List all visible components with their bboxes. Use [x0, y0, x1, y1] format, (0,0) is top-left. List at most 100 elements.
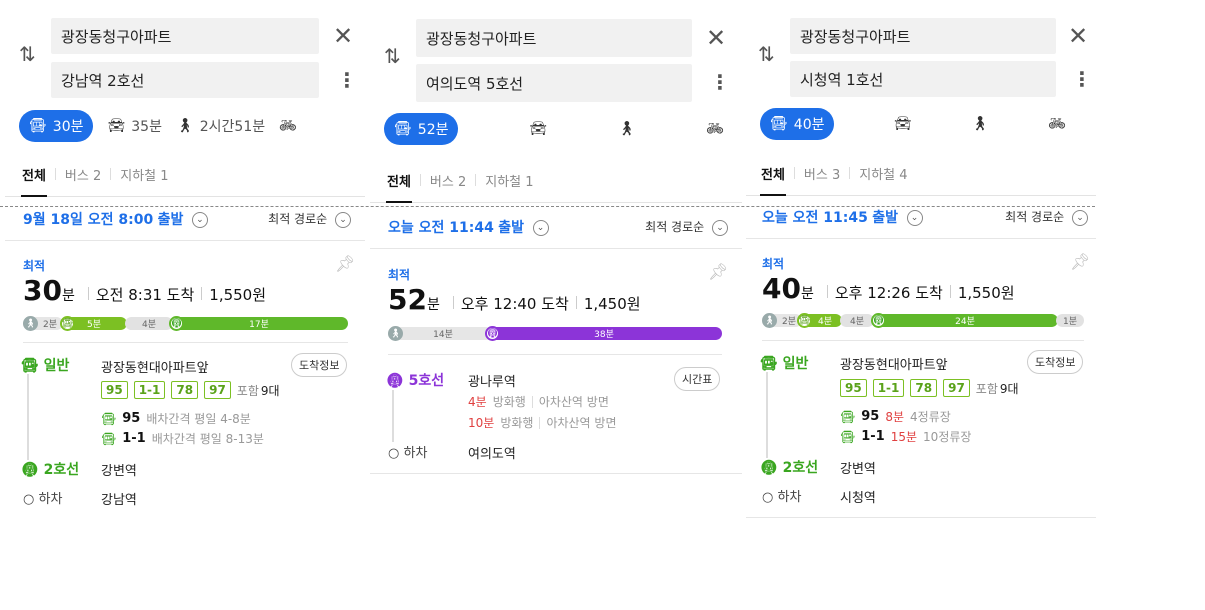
- route-badge[interactable]: 95: [840, 379, 867, 397]
- stops-remaining: 4정류장: [910, 410, 951, 424]
- more-options-icon[interactable]: ⋮: [337, 70, 357, 90]
- close-icon[interactable]: ✕: [1068, 24, 1088, 48]
- more-options-icon[interactable]: ⋮: [710, 72, 730, 92]
- train-heading: 아차산역 방면: [538, 395, 609, 409]
- bus-routes: 95 1-1 78 97 포함 9대: [840, 379, 1019, 397]
- route-badge[interactable]: 95: [101, 381, 128, 399]
- origin-field[interactable]: 광장동청구아파트: [416, 19, 692, 57]
- origin-field[interactable]: 광장동청구아파트: [51, 18, 319, 54]
- tab-bus[interactable]: 버스 3: [795, 151, 849, 195]
- exit-text: 하차: [38, 492, 63, 507]
- tab-subway[interactable]: 지하철 4: [850, 151, 916, 195]
- mode-transit[interactable]: 🚍︎ 40분: [760, 108, 835, 140]
- more-options-icon[interactable]: ⋮: [1072, 69, 1092, 89]
- bus-number: 95: [861, 409, 880, 424]
- destination-field[interactable]: 강남역 2호선: [51, 62, 319, 98]
- walk-segment: 14분: [388, 327, 492, 340]
- tab-all[interactable]: 전체: [752, 151, 794, 196]
- arrival-info-button[interactable]: 도착정보: [291, 353, 348, 377]
- destination-field[interactable]: 여의도역 5호선: [416, 64, 692, 102]
- chevron-down-icon: ⌄: [532, 220, 549, 236]
- train-heading: 아차산역 방면: [546, 416, 617, 430]
- departure-time[interactable]: 9월 18일 오전 8:00 출발 ⌄: [23, 209, 208, 229]
- route-badge[interactable]: 97: [204, 381, 231, 399]
- swap-icon[interactable]: ⇅: [384, 46, 401, 66]
- departure-time[interactable]: 오늘 오전 11:44 출발 ⌄: [388, 217, 549, 237]
- total-minutes: 52: [388, 283, 427, 316]
- origin-field[interactable]: 광장동청구아파트: [790, 18, 1056, 54]
- subway-stop-name[interactable]: 강변역: [840, 458, 876, 477]
- mode-bike[interactable]: 🚲︎: [1048, 116, 1066, 132]
- departure-row: 오늘 오전 11:44 출발 ⌄ 최적 경로순 ⌄: [370, 216, 742, 238]
- mode-car[interactable]: 🚘︎: [894, 116, 912, 132]
- interval-text: 배차간격 평일 4-8분: [146, 412, 251, 426]
- subway-icon: 🚇︎: [871, 313, 886, 328]
- pin-icon[interactable]: 📌︎: [708, 262, 728, 281]
- tab-bus[interactable]: 버스 2: [56, 152, 110, 196]
- departure-time[interactable]: 오늘 오전 11:45 출발 ⌄: [762, 207, 923, 227]
- mode-bike[interactable]: 🚲︎: [706, 121, 724, 137]
- tab-bus[interactable]: 버스 2: [421, 158, 475, 202]
- summary-divider: [201, 287, 203, 300]
- segment-label: 24분: [955, 317, 975, 327]
- bus-icon: 🚍︎: [60, 316, 75, 331]
- transport-modes: 🚍︎ 30분 🚘︎ 35분 🚶︎ 2시간51분 🚲︎: [19, 110, 297, 142]
- mode-car[interactable]: 🚘︎: [529, 121, 547, 137]
- route-badge[interactable]: 97: [943, 379, 970, 397]
- pin-icon[interactable]: 📌︎: [1070, 252, 1090, 271]
- timetable-button[interactable]: 시간표: [674, 367, 721, 391]
- departure-suffix: 출발: [498, 220, 525, 236]
- close-icon[interactable]: ✕: [333, 24, 353, 48]
- segment-label: 14분: [433, 330, 453, 340]
- tab-all[interactable]: 전체: [378, 158, 420, 203]
- walk-icon: 🚶︎: [971, 116, 989, 132]
- pin-icon[interactable]: 📌︎: [335, 254, 355, 273]
- mode-transit[interactable]: 🚍︎ 30분: [19, 110, 94, 142]
- mode-car[interactable]: 🚘︎ 35분: [107, 116, 161, 136]
- mode-transit[interactable]: 🚍︎ 52분: [384, 113, 459, 145]
- swap-icon[interactable]: ⇅: [758, 44, 775, 64]
- exit-stop-name[interactable]: 여의도역: [468, 443, 516, 462]
- bus-type: 일반: [782, 356, 809, 372]
- sort-dropdown[interactable]: 최적 경로순 ⌄: [645, 218, 728, 236]
- arrival-info-button[interactable]: 도착정보: [1027, 350, 1084, 374]
- sort-dropdown[interactable]: 최적 경로순 ⌄: [268, 210, 351, 228]
- route-badge[interactable]: 1-1: [872, 379, 905, 397]
- route-summary[interactable]: 40 분 오후 12:26 도착 1,550원: [762, 272, 1015, 305]
- segment-label: 4분: [817, 317, 832, 327]
- exit-stop-name[interactable]: 강남역: [101, 489, 137, 508]
- route-timeline-bar: 2분 🚶︎ 4분 🚍︎ 4분 24분 🚇︎ 1분: [762, 313, 1084, 328]
- route-badge[interactable]: 78: [910, 379, 938, 397]
- route-badge[interactable]: 78: [171, 381, 199, 399]
- sort-label: 최적 경로순: [645, 220, 705, 235]
- departure-time-value: 9월 18일 오전 8:00: [23, 212, 154, 228]
- subway-segment: 17분: [170, 317, 348, 330]
- bus-leg-label: 🚍︎ 일반: [760, 356, 809, 372]
- tab-all[interactable]: 전체: [13, 152, 55, 197]
- mode-bike[interactable]: 🚲︎: [279, 118, 297, 134]
- bus-stop-name[interactable]: 광장동현대아파트앞: [101, 357, 209, 376]
- sort-dropdown[interactable]: 최적 경로순 ⌄: [1005, 208, 1088, 226]
- exit-stop-name[interactable]: 시청역: [840, 487, 876, 506]
- mode-walk[interactable]: 🚶︎ 2시간51분: [176, 116, 265, 136]
- destination-field[interactable]: 시청역 1호선: [790, 61, 1056, 97]
- route-badge[interactable]: 1-1: [133, 381, 166, 399]
- subway-stop-name[interactable]: 광나루역: [468, 371, 516, 390]
- bus-routes: 95 1-1 78 97 포함 9대: [101, 381, 280, 399]
- best-route-label: 최적: [762, 257, 785, 271]
- divider: [531, 395, 533, 408]
- bus-stop-name[interactable]: 광장동현대아파트앞: [840, 354, 948, 373]
- tab-subway[interactable]: 지하철 1: [476, 158, 542, 202]
- transfer-segment: 4분: [840, 314, 874, 327]
- subway-stop-name[interactable]: 강변역: [101, 460, 137, 479]
- route-summary[interactable]: 52 분 오후 12:40 도착 1,450원: [388, 283, 641, 316]
- walk-icon: 🚶︎: [617, 121, 636, 137]
- mode-walk[interactable]: 🚶︎: [618, 121, 636, 137]
- tab-subway[interactable]: 지하철 1: [111, 152, 177, 196]
- swap-icon[interactable]: ⇅: [19, 44, 36, 64]
- mode-walk[interactable]: 🚶︎: [971, 116, 989, 132]
- route-summary[interactable]: 30 분 오전 8:31 도착 1,550원: [23, 274, 266, 307]
- section-divider: [746, 517, 1096, 518]
- minutes-unit: 분: [61, 288, 75, 304]
- close-icon[interactable]: ✕: [706, 26, 726, 50]
